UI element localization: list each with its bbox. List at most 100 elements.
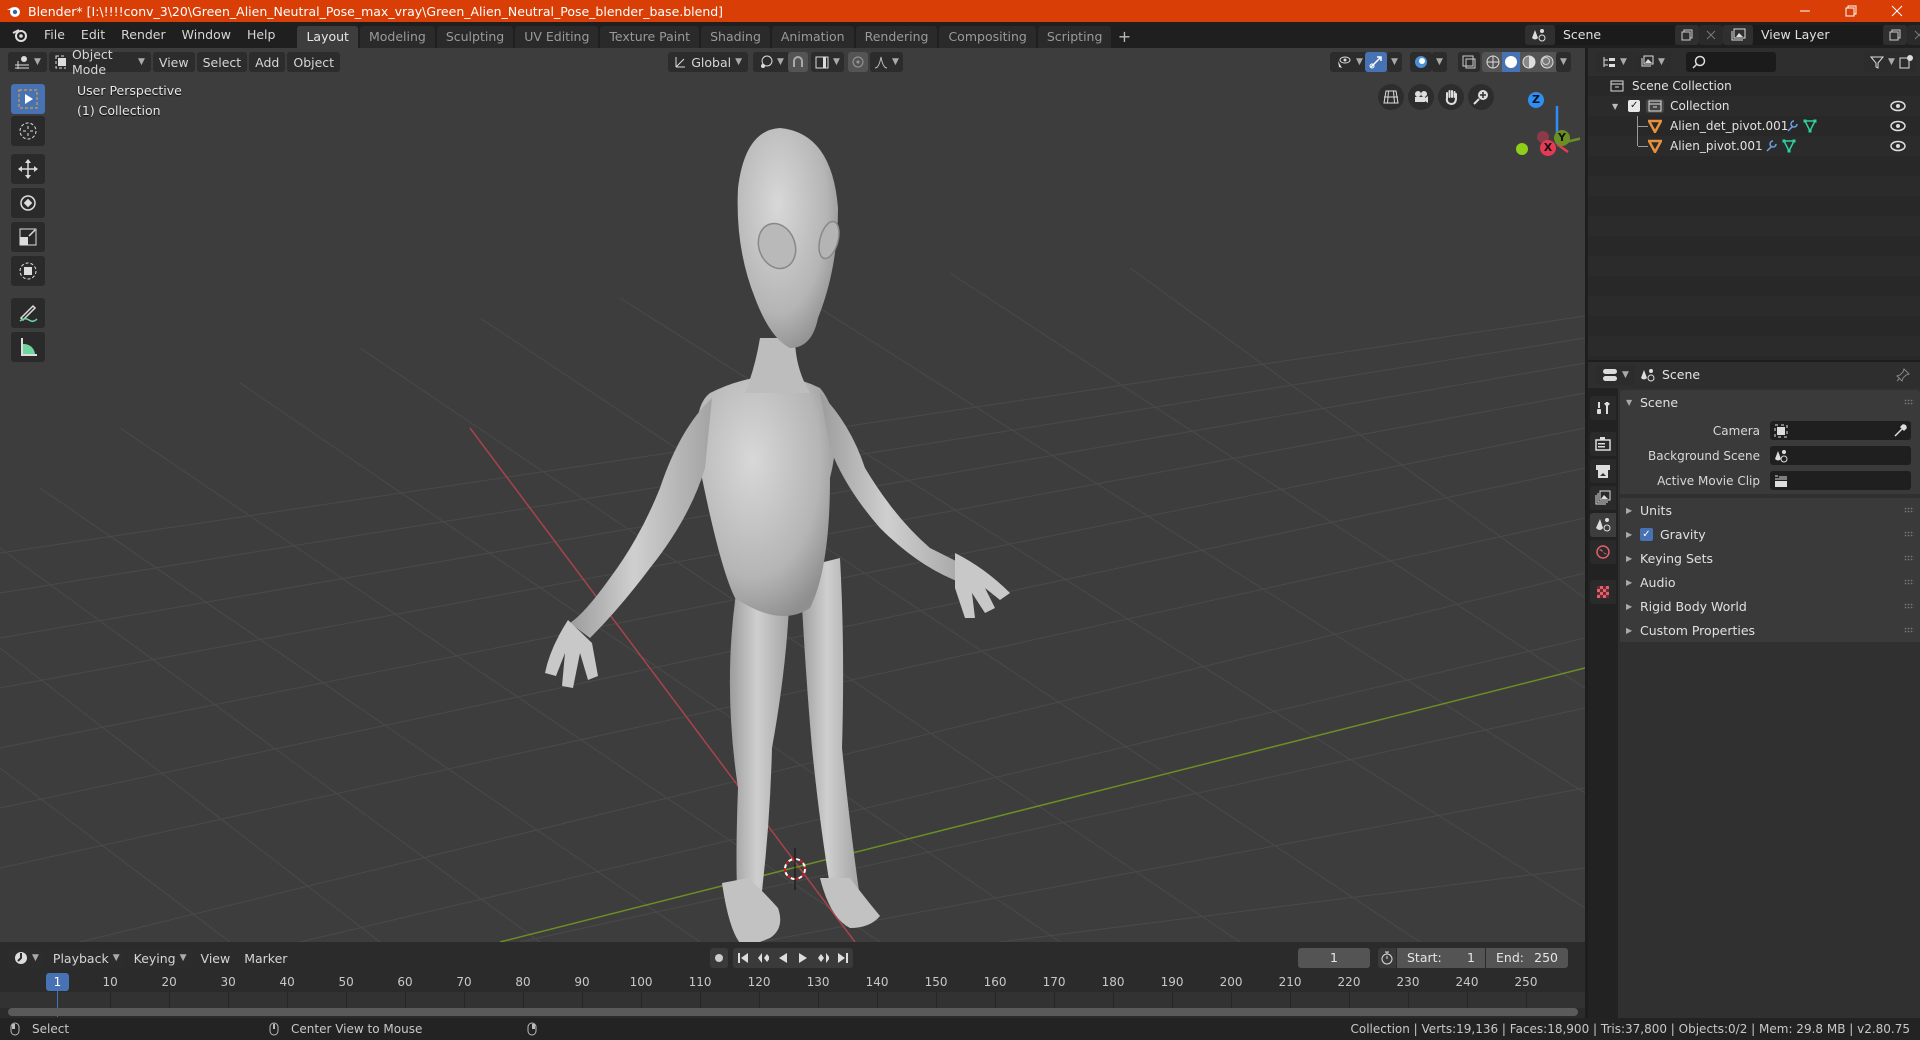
pin-icon[interactable] bbox=[1896, 368, 1910, 382]
drag-handle-icon[interactable] bbox=[1904, 555, 1914, 561]
delete-scene-button[interactable] bbox=[1699, 25, 1723, 45]
scene-panel-header[interactable]: ▼ Scene bbox=[1620, 390, 1920, 414]
editor-type-button[interactable]: ▼ bbox=[8, 52, 47, 72]
proportional-falloff-dropdown[interactable]: ▼ bbox=[870, 52, 903, 72]
units-section[interactable]: ▶ Units bbox=[1620, 498, 1920, 522]
mode-selector[interactable]: Object Mode ▼ bbox=[48, 47, 151, 77]
transform-orientation-dropdown[interactable]: Global ▼ bbox=[668, 52, 748, 72]
auto-keying-button[interactable] bbox=[710, 948, 728, 968]
tool-scale[interactable] bbox=[11, 222, 45, 252]
tab-output[interactable] bbox=[1590, 459, 1616, 483]
playback-menu[interactable]: Playback ▼ bbox=[46, 948, 126, 968]
outliner-object-row[interactable]: Alien_pivot.001 bbox=[1588, 136, 1920, 156]
tab-animation[interactable]: Animation bbox=[771, 26, 854, 48]
pan-view-button[interactable] bbox=[1438, 84, 1464, 110]
prev-keyframe-button[interactable] bbox=[753, 948, 773, 968]
tab-view-layer[interactable] bbox=[1590, 486, 1616, 510]
proportional-editing-toggle[interactable] bbox=[848, 52, 868, 72]
drag-handle-icon[interactable] bbox=[1904, 507, 1914, 513]
tab-rendering[interactable]: Rendering bbox=[855, 26, 938, 48]
toggle-perspective-button[interactable] bbox=[1378, 84, 1404, 110]
scene-name-field[interactable]: Scene bbox=[1555, 25, 1675, 45]
delete-view-layer-button[interactable] bbox=[1907, 25, 1920, 45]
keying-menu[interactable]: Keying ▼ bbox=[127, 948, 193, 968]
gravity-checkbox[interactable]: ✓ bbox=[1640, 527, 1653, 541]
shading-dropdown[interactable]: ▼ bbox=[1556, 52, 1571, 72]
current-frame-field[interactable]: 1 bbox=[1298, 948, 1370, 968]
drag-handle-icon[interactable] bbox=[1904, 579, 1914, 585]
rendered-shading-icon[interactable] bbox=[1538, 53, 1556, 71]
tool-select-box[interactable] bbox=[11, 84, 45, 114]
tool-move[interactable] bbox=[11, 154, 45, 184]
play-button[interactable] bbox=[793, 948, 813, 968]
gizmo-x-axis[interactable]: X bbox=[1540, 140, 1556, 156]
preview-range-toggle[interactable] bbox=[1378, 948, 1396, 968]
add-workspace-button[interactable]: + bbox=[1113, 26, 1135, 48]
tab-scene[interactable] bbox=[1590, 513, 1616, 537]
view-layer-name-field[interactable]: View Layer bbox=[1753, 25, 1883, 45]
background-scene-field[interactable] bbox=[1770, 446, 1911, 465]
menu-edit[interactable]: Edit bbox=[73, 24, 113, 46]
collection-checkbox[interactable]: ✓ bbox=[1628, 100, 1641, 112]
tab-world[interactable] bbox=[1590, 540, 1616, 564]
gizmo-y-axis[interactable]: Y bbox=[1554, 130, 1570, 146]
custom-properties-section[interactable]: ▶ Custom Properties bbox=[1620, 618, 1920, 642]
tab-scripting[interactable]: Scripting bbox=[1037, 26, 1112, 48]
drag-handle-icon[interactable] bbox=[1904, 531, 1914, 537]
playhead-frame-badge[interactable]: 1 bbox=[46, 973, 69, 991]
tab-modeling[interactable]: Modeling bbox=[359, 26, 435, 48]
tab-shading[interactable]: Shading bbox=[701, 26, 770, 48]
tool-transform[interactable] bbox=[11, 256, 45, 286]
rigid-body-world-section[interactable]: ▶ Rigid Body World bbox=[1620, 594, 1920, 618]
overlays-toggle[interactable] bbox=[1410, 52, 1432, 72]
modifier-wrench-icon[interactable] bbox=[1785, 119, 1799, 133]
outliner-object-row[interactable]: Alien_det_pivot.001 bbox=[1588, 116, 1920, 136]
tab-uv-editing[interactable]: UV Editing bbox=[515, 26, 599, 48]
display-mode-dropdown[interactable]: ▼ bbox=[1634, 52, 1671, 72]
menu-help[interactable]: Help bbox=[239, 24, 284, 46]
blender-menu-icon[interactable] bbox=[6, 25, 36, 45]
audio-section[interactable]: ▶ Audio bbox=[1620, 570, 1920, 594]
viewport-menu-add[interactable]: Add bbox=[249, 52, 286, 72]
outliner-collection[interactable]: ▼ ✓ Collection bbox=[1588, 96, 1920, 116]
menu-file[interactable]: File bbox=[36, 24, 73, 46]
overlays-dropdown[interactable]: ▼ bbox=[1432, 52, 1447, 72]
mesh-data-icon[interactable] bbox=[1803, 119, 1817, 133]
solid-shading-button[interactable] bbox=[1502, 52, 1520, 72]
material-shading-icon[interactable] bbox=[1520, 53, 1538, 71]
tool-measure[interactable] bbox=[11, 332, 45, 362]
view-layer-browse-button[interactable] bbox=[1723, 25, 1753, 45]
3d-viewport[interactable]: User Perspective (1) Collection Z Y X bbox=[0, 48, 1585, 942]
timeline-menu-marker[interactable]: Marker bbox=[238, 948, 293, 968]
jump-end-button[interactable] bbox=[833, 948, 853, 968]
object-visibility-dropdown[interactable]: ▼ bbox=[1330, 52, 1369, 72]
snap-target-dropdown[interactable]: ▼ bbox=[811, 52, 844, 72]
maximize-button[interactable] bbox=[1828, 0, 1874, 22]
drag-handle-icon[interactable] bbox=[1904, 627, 1914, 633]
timeline-editor-type-button[interactable]: ▼ bbox=[8, 948, 45, 968]
timeline-ruler[interactable]: 10 20 30 40 50 60 70 80 90 100 110 120 130 140 150 160 1… bbox=[0, 972, 1585, 992]
camera-view-button[interactable] bbox=[1408, 84, 1434, 110]
tab-texture-paint[interactable]: Texture Paint bbox=[600, 26, 700, 48]
viewport-menu-view[interactable]: View bbox=[152, 52, 195, 72]
scene-browse-button[interactable] bbox=[1525, 25, 1555, 45]
end-frame-field[interactable]: End: 250 bbox=[1486, 948, 1568, 968]
next-keyframe-button[interactable] bbox=[813, 948, 833, 968]
camera-field[interactable] bbox=[1770, 421, 1911, 440]
timeline-scrollbar[interactable] bbox=[8, 1008, 1578, 1016]
timeline-menu-view[interactable]: View bbox=[195, 948, 237, 968]
expand-arrow-icon[interactable]: ▼ bbox=[1612, 102, 1618, 111]
mesh-data-icon[interactable] bbox=[1782, 139, 1796, 153]
menu-window[interactable]: Window bbox=[174, 24, 239, 46]
tab-compositing[interactable]: Compositing bbox=[939, 26, 1036, 48]
tab-layout[interactable]: Layout bbox=[297, 26, 358, 48]
xray-toggle[interactable] bbox=[1458, 52, 1480, 72]
tab-tool[interactable] bbox=[1590, 396, 1616, 420]
viewport-menu-select[interactable]: Select bbox=[196, 52, 248, 72]
gizmo-z-axis[interactable]: Z bbox=[1528, 92, 1544, 108]
tab-render[interactable] bbox=[1590, 432, 1616, 456]
snap-toggle[interactable] bbox=[788, 52, 808, 72]
active-movie-clip-field[interactable] bbox=[1770, 471, 1911, 490]
pivot-point-dropdown[interactable]: ▼ bbox=[753, 52, 790, 72]
tool-annotate[interactable] bbox=[11, 298, 45, 328]
